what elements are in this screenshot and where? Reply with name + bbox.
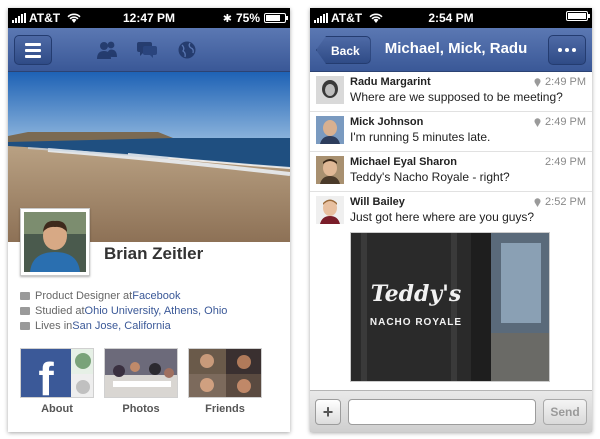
briefcase-icon	[20, 291, 30, 300]
message-item[interactable]: Mick Johnson I'm running 5 minutes late.…	[310, 112, 592, 152]
location-pin-icon	[534, 197, 541, 207]
status-bar: AT&T 12:47 PM ✱ 75%	[8, 8, 290, 28]
tile-friends-label: Friends	[205, 403, 245, 415]
avatar	[316, 156, 344, 184]
info-work: Product Designer at Facebook	[20, 288, 227, 303]
message-meta: 2:49 PM	[534, 76, 586, 88]
tile-photos-image	[104, 348, 178, 398]
info-location-link[interactable]: San Jose, California	[72, 320, 170, 332]
profile-name: Brian Zeitler	[104, 244, 204, 263]
photo-attachment[interactable]: Teddy's NACHO ROYALE	[350, 232, 550, 382]
message-list[interactable]: Radu Margarint Where are we supposed to …	[310, 72, 592, 390]
info-location-prefix: Lives in	[35, 319, 73, 332]
tile-about[interactable]: f About	[20, 348, 94, 415]
info-work-prefix: Product Designer at	[35, 289, 133, 302]
svg-text:f: f	[38, 353, 54, 398]
tile-friends[interactable]: Friends	[188, 348, 262, 415]
send-button[interactable]: Send	[543, 399, 587, 425]
battery-fill	[568, 13, 586, 19]
tile-about-image: f	[20, 348, 94, 398]
friends-icon[interactable]	[96, 40, 118, 60]
tile-photos-label: Photos	[122, 403, 160, 415]
message-meta: 2:49 PM	[545, 156, 586, 168]
battery-icon	[566, 11, 590, 21]
location-pin-icon	[534, 117, 541, 127]
menu-button[interactable]	[14, 35, 52, 65]
battery-fill	[266, 15, 280, 21]
message-meta: 2:49 PM	[534, 116, 586, 128]
message-meta: 2:52 PM	[534, 196, 586, 208]
status-right: ✱ 75%	[222, 11, 288, 25]
message-item[interactable]: Michael Eyal Sharon Teddy's Nacho Royale…	[310, 152, 592, 192]
chat-screen: AT&T 2:54 PM Back Michael, Mick, Radu Ra…	[310, 8, 592, 432]
avatar	[316, 76, 344, 104]
info-location: Lives in San Jose, California	[20, 318, 227, 333]
screenshot-stage: AT&T 12:47 PM ✱ 75% Brian Zeitler Produc…	[0, 0, 600, 439]
message-time: 2:49 PM	[545, 116, 586, 128]
tile-about-label: About	[41, 403, 73, 415]
globe-icon[interactable]	[176, 40, 198, 60]
more-button[interactable]	[548, 35, 586, 65]
messages-icon[interactable]	[136, 40, 158, 60]
nav-icons	[96, 40, 198, 60]
message-input[interactable]	[348, 399, 536, 425]
status-time: 2:54 PM	[428, 11, 474, 25]
info-work-link[interactable]: Facebook	[132, 290, 180, 302]
chat-title: Michael, Mick, Radu	[384, 40, 528, 57]
profile-nav-bar	[8, 28, 290, 72]
compose-bar: + Send	[310, 390, 592, 432]
profile-tiles: f About Photos Friends	[20, 348, 262, 415]
info-education: Studied at Ohio University, Athens, Ohio	[20, 303, 227, 318]
message-text: Where are we supposed to be meeting?	[350, 90, 563, 104]
profile-screen: AT&T 12:47 PM ✱ 75% Brian Zeitler Produc…	[8, 8, 290, 432]
home-icon	[20, 321, 30, 330]
message-time: 2:49 PM	[545, 76, 586, 88]
graduation-icon	[20, 306, 30, 315]
battery-icon	[264, 13, 288, 23]
profile-info: Product Designer at Facebook Studied at …	[20, 288, 227, 333]
bluetooth-icon: ✱	[222, 12, 232, 25]
status-right	[566, 11, 590, 21]
message-text: I'm running 5 minutes late.	[350, 130, 491, 144]
avatar	[316, 116, 344, 144]
message-text: Teddy's Nacho Royale - right?	[350, 170, 510, 184]
tile-photos[interactable]: Photos	[104, 348, 178, 415]
message-item[interactable]: Radu Margarint Where are we supposed to …	[310, 72, 592, 112]
status-bar: AT&T 2:54 PM	[310, 8, 592, 28]
profile-avatar[interactable]	[20, 208, 90, 276]
sign-title: Teddy's	[371, 281, 462, 307]
info-education-link[interactable]: Ohio University, Athens, Ohio	[85, 305, 228, 317]
avatar	[316, 196, 344, 224]
message-time: 2:52 PM	[545, 196, 586, 208]
message-time: 2:49 PM	[545, 156, 586, 168]
location-pin-icon	[534, 77, 541, 87]
sign-subtitle: NACHO ROYALE	[370, 317, 462, 328]
back-button[interactable]: Back	[316, 36, 371, 64]
battery-percent: 75%	[235, 11, 260, 25]
tile-friends-image	[188, 348, 262, 398]
message-text: Just got here where are you guys?	[350, 210, 535, 224]
chat-nav-bar: Back Michael, Mick, Radu	[310, 28, 592, 72]
add-attachment-button[interactable]: +	[315, 399, 341, 425]
info-education-prefix: Studied at	[35, 304, 85, 317]
